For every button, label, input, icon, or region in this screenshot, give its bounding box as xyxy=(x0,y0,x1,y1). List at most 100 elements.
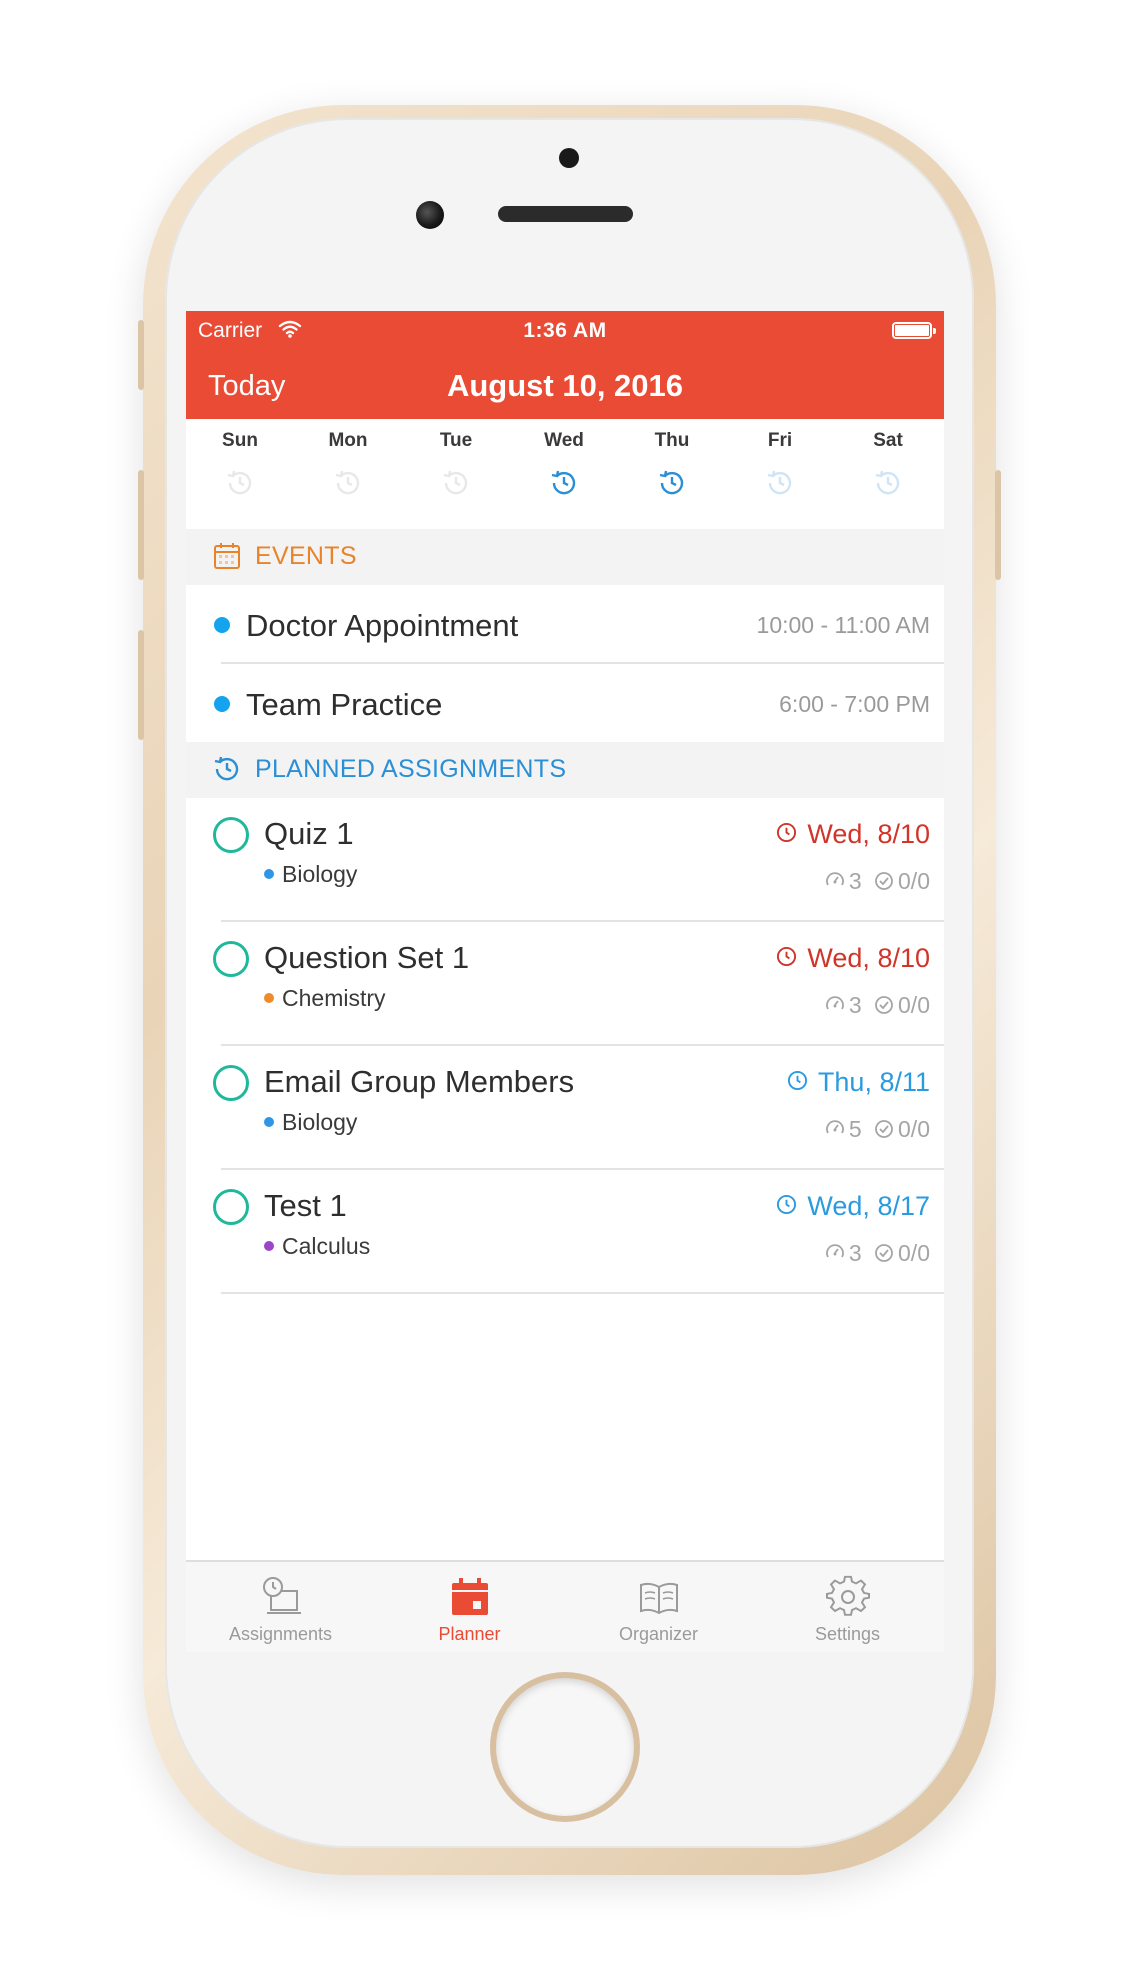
course-name: Calculus xyxy=(282,1233,371,1259)
front-sensor xyxy=(559,148,579,168)
events-section-header: EVENTS xyxy=(186,529,944,585)
task-progress: 0/0 xyxy=(898,992,930,1018)
assignment-meta: 5 0/0 xyxy=(819,1116,930,1143)
event-time: 10:00 - 11:00 AM xyxy=(756,612,930,638)
day-mon[interactable]: Mon xyxy=(294,419,402,524)
event-time: 6:00 - 7:00 PM xyxy=(779,691,930,717)
complete-checkbox[interactable] xyxy=(213,941,249,977)
course-label: Chemistry xyxy=(264,985,386,1012)
check-progress-icon xyxy=(875,1120,893,1138)
due-date: Wed, 8/10 xyxy=(776,819,930,850)
home-button[interactable] xyxy=(496,1678,634,1816)
event-row[interactable]: Doctor Appointment 10:00 - 11:00 AM xyxy=(186,585,944,664)
assignment-meta: 3 0/0 xyxy=(819,868,930,895)
day-tue[interactable]: Tue xyxy=(402,419,510,524)
history-clock-icon xyxy=(214,756,239,781)
assignment-title: Email Group Members xyxy=(264,1064,575,1099)
task-progress: 0/0 xyxy=(898,1116,930,1142)
day-label: Fri xyxy=(767,430,793,451)
history-clock-icon xyxy=(767,470,792,495)
front-camera xyxy=(416,201,444,229)
power-button xyxy=(995,470,1001,580)
planner-calendar-icon xyxy=(451,1578,488,1615)
events-title: EVENTS xyxy=(255,542,357,570)
course-label: Biology xyxy=(264,861,357,888)
earpiece-speaker xyxy=(498,206,633,222)
time-estimate: 3 xyxy=(848,1240,862,1266)
event-title: Team Practice xyxy=(246,687,443,722)
assignments-icon xyxy=(262,1577,301,1614)
tab-assignments[interactable]: Assignments xyxy=(186,1562,375,1652)
day-label: Sat xyxy=(873,430,903,451)
assignment-title: Quiz 1 xyxy=(264,816,354,851)
due-date-text: Thu, 8/11 xyxy=(817,1067,930,1097)
assignment-title: Question Set 1 xyxy=(264,940,470,975)
day-sun[interactable]: Sun xyxy=(186,419,294,524)
clock-icon xyxy=(777,947,797,967)
tab-organizer[interactable]: Organizer xyxy=(564,1562,753,1652)
tab-planner[interactable]: Planner xyxy=(375,1562,564,1652)
assignment-row[interactable]: Test 1 Calculus Wed, 8/17 3 0/0 xyxy=(186,1170,944,1294)
due-date-text: Wed, 8/10 xyxy=(807,819,930,849)
event-color-dot xyxy=(214,696,230,712)
assignment-meta: 3 0/0 xyxy=(819,992,930,1019)
due-date: Wed, 8/17 xyxy=(776,1191,930,1222)
day-label: Tue xyxy=(439,430,473,451)
course-name: Chemistry xyxy=(282,985,386,1011)
tab-bar: Assignments Planner Organizer Settings xyxy=(186,1560,944,1652)
assignment-row[interactable]: Question Set 1 Chemistry Wed, 8/10 3 0/0 xyxy=(186,922,944,1046)
complete-checkbox[interactable] xyxy=(213,817,249,853)
tab-label: Organizer xyxy=(618,1624,699,1644)
time-estimate-icon xyxy=(825,1120,844,1134)
history-clock-icon xyxy=(659,470,684,495)
course-label: Biology xyxy=(264,1109,357,1136)
course-color-dot xyxy=(264,1116,274,1127)
time-estimate: 3 xyxy=(848,992,862,1018)
course-name: Biology xyxy=(282,861,358,887)
clock-icon xyxy=(777,823,797,843)
history-clock-icon xyxy=(443,470,468,495)
tab-label: Settings xyxy=(814,1624,881,1644)
calendar-icon xyxy=(214,543,240,569)
check-progress-icon xyxy=(875,1244,893,1262)
event-color-dot xyxy=(214,617,230,633)
check-progress-icon xyxy=(875,996,893,1014)
time-estimate-icon xyxy=(825,1244,844,1258)
history-clock-icon xyxy=(551,470,576,495)
tab-settings[interactable]: Settings xyxy=(753,1562,942,1652)
time-estimate: 3 xyxy=(848,868,862,894)
day-label: Sun xyxy=(222,430,258,451)
assignment-title: Test 1 xyxy=(264,1188,347,1223)
complete-checkbox[interactable] xyxy=(213,1189,249,1225)
day-label: Wed xyxy=(544,430,584,451)
assignments-title: PLANNED ASSIGNMENTS xyxy=(255,755,567,783)
tab-label: Assignments xyxy=(228,1624,333,1644)
divider xyxy=(221,1292,944,1294)
day-fri[interactable]: Fri xyxy=(726,419,834,524)
volume-down-button xyxy=(138,630,144,740)
time-estimate-icon xyxy=(825,872,844,886)
time-estimate: 5 xyxy=(848,1116,862,1142)
day-label: Thu xyxy=(654,430,690,451)
check-progress-icon xyxy=(875,872,893,890)
due-date-text: Wed, 8/10 xyxy=(807,943,930,973)
week-strip: Sun Mon Tue Wed Thu Fri Sat xyxy=(186,419,944,524)
complete-checkbox[interactable] xyxy=(213,1065,249,1101)
assignment-row[interactable]: Email Group Members Biology Thu, 8/11 5 … xyxy=(186,1046,944,1170)
tab-label: Planner xyxy=(438,1624,501,1644)
history-clock-icon xyxy=(875,470,900,495)
due-date-text: Wed, 8/17 xyxy=(807,1191,930,1221)
assignment-meta: 3 0/0 xyxy=(819,1240,930,1267)
day-sat[interactable]: Sat xyxy=(834,419,942,524)
day-thu[interactable]: Thu xyxy=(618,419,726,524)
task-progress: 0/0 xyxy=(898,868,930,894)
day-wed[interactable]: Wed xyxy=(510,419,618,524)
event-row[interactable]: Team Practice 6:00 - 7:00 PM xyxy=(186,664,944,743)
clock-icon xyxy=(787,1071,807,1091)
course-name: Biology xyxy=(282,1109,358,1135)
assignment-row[interactable]: Quiz 1 Biology Wed, 8/10 3 0/0 xyxy=(186,798,944,922)
book-icon xyxy=(639,1582,678,1615)
history-clock-icon xyxy=(227,470,252,495)
app-screen: Carrier 1:36 AM Today August 10, 2016 Su… xyxy=(186,311,944,1652)
due-date: Thu, 8/11 xyxy=(787,1067,930,1098)
